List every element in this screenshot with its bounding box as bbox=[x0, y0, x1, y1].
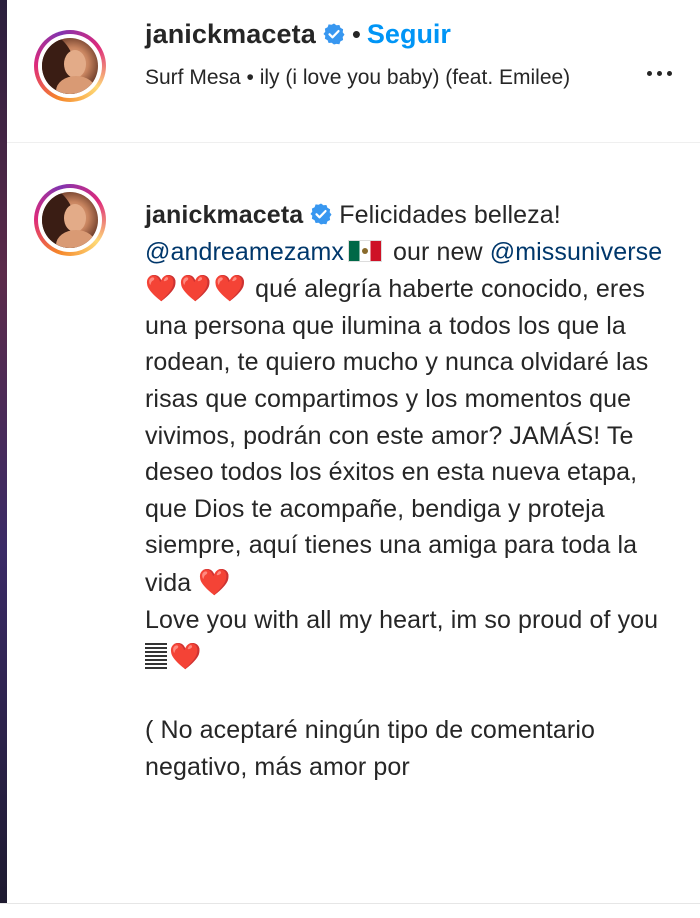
caption-segment: ( No aceptaré ningún tipo de comentario … bbox=[145, 716, 596, 781]
avatar-border bbox=[38, 188, 102, 252]
more-dot-icon bbox=[656, 70, 662, 76]
divider bbox=[0, 903, 700, 918]
mention-link[interactable]: @andreamezamx bbox=[145, 238, 344, 266]
caption-segment: our new bbox=[385, 237, 490, 266]
caption-block: janickmaceta Felicidades belleza! @andre… bbox=[7, 143, 700, 903]
mention-link[interactable]: @missuniverse bbox=[490, 238, 663, 266]
more-dot-icon bbox=[646, 70, 652, 76]
heart-emoji: ❤️ bbox=[169, 641, 204, 672]
avatar[interactable] bbox=[34, 30, 106, 102]
header-line: janickmaceta • Seguir bbox=[145, 19, 451, 50]
caption-text: janickmaceta Felicidades belleza! @andre… bbox=[145, 197, 665, 786]
more-dot-icon bbox=[666, 70, 672, 76]
avatar-face bbox=[64, 50, 86, 78]
username-link[interactable]: janickmaceta bbox=[145, 19, 316, 49]
separator-dot: • bbox=[351, 19, 361, 49]
caption-segment: Felicidades belleza! bbox=[339, 201, 561, 229]
caption-segment: Love you with all my heart, im so proud … bbox=[145, 605, 659, 634]
hearts-emoji: ❤️❤️❤️ bbox=[145, 273, 249, 304]
mexico-flag-icon bbox=[347, 239, 382, 262]
avatar-body bbox=[56, 76, 96, 94]
more-options-button[interactable] bbox=[639, 58, 679, 88]
caption-username[interactable]: janickmaceta bbox=[145, 201, 303, 229]
background-strip bbox=[0, 0, 7, 917]
caption-segment: qué alegría haberte conocido, eres una p… bbox=[145, 275, 649, 597]
verified-badge-icon bbox=[323, 23, 345, 45]
avatar-face bbox=[64, 204, 86, 232]
follow-button[interactable]: Seguir bbox=[367, 19, 451, 49]
caption-avatar[interactable] bbox=[34, 184, 106, 256]
avatar-photo bbox=[42, 38, 98, 94]
verified-badge-icon bbox=[310, 203, 332, 225]
avatar-photo bbox=[42, 192, 98, 248]
post-header: janickmaceta • Seguir Surf Mesa • ily (i … bbox=[7, 0, 700, 143]
heart-emoji: ❤️ bbox=[198, 566, 233, 597]
us-flag-icon bbox=[145, 643, 167, 670]
avatar-body bbox=[56, 230, 96, 248]
audio-label[interactable]: Surf Mesa • ily (i love you baby) (feat.… bbox=[145, 64, 615, 92]
avatar-border bbox=[38, 34, 102, 98]
